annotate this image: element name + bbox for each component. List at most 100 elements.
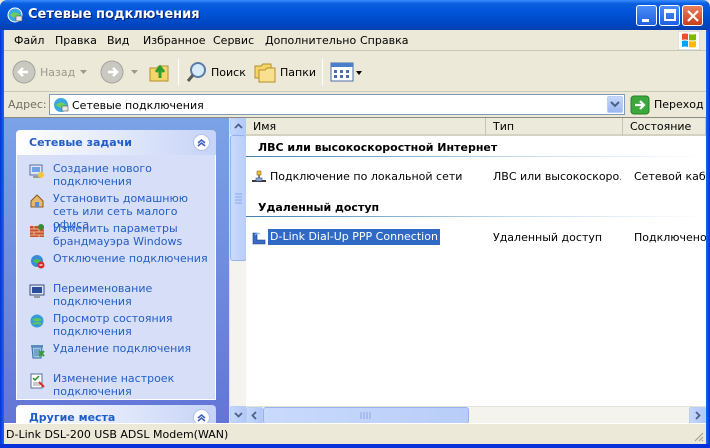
task-label: Отключение подключения — [53, 252, 208, 265]
connection-type: Удаленный доступ — [493, 231, 603, 244]
task-pane: Сетевые задачи Создание нового подключен… — [4, 118, 229, 423]
task-pane-scrollbar[interactable] — [229, 118, 247, 423]
connection-state: Сетевой кабе... — [634, 170, 706, 183]
delete-icon — [31, 345, 45, 359]
group-divider — [246, 156, 706, 157]
scroll-thumb[interactable] — [263, 407, 469, 423]
other-places-panel: Другие места — [16, 405, 216, 423]
back-dropdown-icon[interactable] — [80, 70, 88, 76]
column-type[interactable]: Тип — [486, 118, 623, 136]
toolbar-separator — [178, 59, 179, 85]
minimize-button[interactable] — [636, 5, 657, 26]
task-disconnect[interactable]: Отключение подключения — [17, 251, 215, 281]
window-frame-right — [706, 30, 710, 448]
list-item-lan[interactable]: Подключение по локальной сети ЛВС или вы… — [246, 167, 706, 187]
views-icon — [330, 62, 362, 82]
task-new-connection[interactable]: Создание нового подключения — [17, 161, 215, 191]
up-folder-button[interactable] — [148, 60, 172, 84]
go-button[interactable]: Переход — [630, 95, 704, 115]
network-tasks-panel: Сетевые задачи Создание нового подключен… — [16, 130, 216, 400]
menu-help[interactable]: Справка — [360, 34, 408, 47]
home-network-icon — [30, 194, 44, 208]
double-chevron-up-icon — [197, 139, 206, 147]
resize-grip-icon[interactable] — [692, 430, 704, 442]
scroll-up-button[interactable] — [230, 118, 247, 135]
back-label: Назад — [40, 66, 76, 79]
search-button[interactable] — [186, 60, 208, 84]
up-folder-icon — [149, 64, 169, 82]
other-places-header[interactable]: Другие места — [16, 405, 216, 423]
task-label: Изменение настроек подключения — [53, 372, 175, 398]
task-label: Создание нового подключения — [53, 162, 152, 188]
go-label: Переход — [654, 98, 704, 111]
close-icon — [687, 10, 699, 22]
views-button[interactable] — [330, 60, 364, 84]
task-change-settings[interactable]: Изменение настроек подключения — [17, 371, 215, 401]
window-title: Сетевые подключения — [28, 7, 200, 22]
column-state[interactable]: Состояние — [623, 118, 706, 136]
status-bar: D-Link DSL-200 USB ADSL Modem(WAN) — [4, 423, 706, 444]
address-value: Сетевые подключения — [72, 99, 204, 112]
task-delete[interactable]: Удаление подключения — [17, 341, 215, 371]
disconnect-icon — [31, 255, 45, 269]
connection-name: D-Link Dial-Up PPP Connection — [268, 229, 440, 245]
arrow-right-icon — [695, 411, 701, 420]
list-item-dialup[interactable]: D-Link Dial-Up PPP Connection Удаленный … — [246, 228, 706, 248]
folders-label[interactable]: Папки — [280, 66, 316, 79]
column-name[interactable]: Имя — [246, 118, 486, 136]
scroll-thumb[interactable] — [230, 135, 247, 261]
forward-button[interactable] — [100, 60, 126, 84]
folders-icon — [254, 63, 276, 83]
collapse-button[interactable] — [193, 409, 210, 423]
maximize-icon — [664, 9, 676, 21]
horizontal-scrollbar[interactable] — [246, 406, 706, 423]
forward-dropdown-icon[interactable] — [131, 70, 139, 76]
status-text: D-Link DSL-200 USB ADSL Modem(WAN) — [6, 428, 229, 441]
forward-arrow-icon — [100, 60, 124, 84]
network-tasks-header[interactable]: Сетевые задачи — [16, 130, 216, 155]
back-button[interactable] — [12, 60, 38, 84]
arrow-left-icon — [251, 411, 257, 420]
window-frame-bottom — [0, 444, 710, 448]
minimize-icon — [642, 19, 649, 22]
address-dropdown-button[interactable] — [607, 96, 623, 113]
address-field[interactable]: Сетевые подключения — [49, 94, 625, 115]
back-arrow-icon — [12, 60, 36, 84]
collapse-button[interactable] — [193, 134, 210, 151]
menu-tools[interactable]: Сервис — [213, 34, 254, 47]
scroll-left-button[interactable] — [246, 407, 263, 423]
menu-advanced[interactable]: Дополнительно — [265, 34, 356, 47]
task-view-status[interactable]: Просмотр состояния подключения — [17, 311, 215, 341]
network-connections-icon — [7, 7, 23, 23]
main-content: Сетевые задачи Создание нового подключен… — [4, 117, 706, 423]
network-tasks-list: Создание нового подключения Установить д… — [16, 155, 216, 400]
scroll-right-button[interactable] — [689, 407, 706, 423]
menu-favorites[interactable]: Избранное — [143, 34, 205, 47]
task-rename[interactable]: Переименование подключения — [17, 281, 215, 311]
task-firewall-settings[interactable]: Изменить параметры брандмауэра Windows — [17, 221, 215, 251]
menu-edit[interactable]: Правка — [55, 34, 97, 47]
close-button[interactable] — [682, 5, 703, 26]
maximize-button[interactable] — [659, 5, 680, 26]
toolbar: Назад Поиск Папки — [4, 52, 706, 92]
grip-icon — [235, 193, 242, 204]
menu-file[interactable]: Файл — [14, 34, 44, 47]
chevron-down-icon — [610, 101, 620, 108]
lan-connection-icon — [252, 170, 266, 182]
grip-icon — [360, 412, 371, 419]
arrow-down-icon — [234, 412, 243, 418]
address-bar: Адрес: Сетевые подключения Переход — [4, 93, 706, 117]
task-label: Переименование подключения — [53, 282, 153, 308]
task-home-network[interactable]: Установить домашнюю сеть или сеть малого… — [17, 191, 215, 231]
connections-list: Имя Тип Состояние ЛВС или высокоскоростн… — [246, 118, 706, 423]
status-icon — [30, 314, 44, 328]
title-bar[interactable]: Сетевые подключения — [0, 0, 710, 30]
toolbar-separator — [322, 59, 323, 85]
scroll-down-button[interactable] — [230, 406, 247, 423]
search-label[interactable]: Поиск — [211, 66, 246, 79]
menu-view[interactable]: Вид — [107, 34, 129, 47]
windows-logo-icon — [678, 31, 700, 50]
folders-button[interactable] — [253, 60, 277, 84]
double-chevron-up-icon — [197, 414, 206, 422]
dialup-connection-icon — [252, 232, 266, 245]
